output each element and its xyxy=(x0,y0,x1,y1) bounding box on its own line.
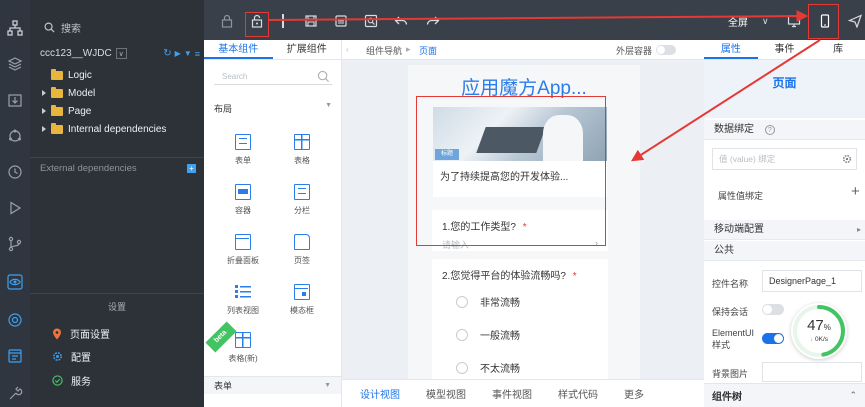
annotation-arrows xyxy=(268,10,821,162)
annotation-arrow-diagonal xyxy=(630,39,821,162)
annotation-arrow-top xyxy=(268,10,809,23)
